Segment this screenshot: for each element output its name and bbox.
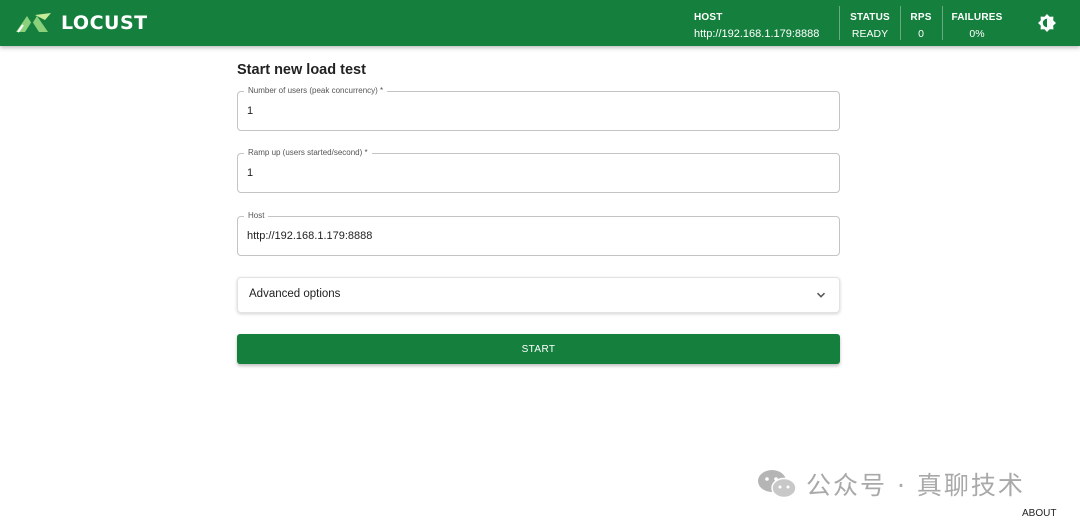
host-value: http://192.168.1.179:8888: [694, 28, 820, 40]
status-label: STATUS: [850, 12, 890, 23]
users-field[interactable]: Number of users (peak concurrency) *: [237, 86, 840, 131]
wechat-icon: [758, 470, 797, 499]
host-field[interactable]: Host: [237, 211, 840, 256]
watermark: 公众号 · 真聊技术: [756, 466, 1025, 502]
status-stat: STATUS READY: [849, 9, 891, 43]
host-stat: HOST http://192.168.1.179:8888: [694, 9, 819, 43]
divider: [900, 6, 901, 40]
watermark-text: 公众号 · 真聊技术: [806, 471, 1025, 500]
start-button[interactable]: START: [237, 334, 840, 364]
rps-stat: RPS 0: [907, 9, 935, 43]
advanced-options-label: Advanced options: [249, 288, 341, 300]
brightness-icon: [1038, 14, 1056, 32]
failures-stat: FAILURES 0%: [951, 9, 1003, 43]
locust-logo-icon: [16, 13, 51, 33]
logo-text: LOCUST: [61, 12, 148, 34]
host-input[interactable]: [247, 217, 827, 255]
form-title: Start new load test: [237, 62, 366, 78]
divider: [839, 6, 840, 40]
users-input[interactable]: [247, 92, 827, 130]
load-test-form: Start new load test Number of users (pea…: [237, 60, 840, 364]
status-value: READY: [851, 28, 889, 40]
advanced-options-accordion[interactable]: Advanced options: [237, 277, 840, 313]
failures-value: 0%: [969, 28, 985, 40]
host-label: HOST: [694, 12, 723, 23]
ramp-up-input[interactable]: [247, 154, 827, 192]
rps-value: 0: [918, 28, 924, 40]
ramp-up-field[interactable]: Ramp up (users started/second) *: [237, 148, 840, 193]
failures-label: FAILURES: [951, 12, 1003, 23]
locust-logo[interactable]: LOCUST: [15, 11, 148, 35]
about-link[interactable]: ABOUT: [1022, 508, 1056, 519]
divider: [942, 6, 943, 40]
app-bar: LOCUST HOST http://192.168.1.179:8888 ST…: [0, 0, 1080, 46]
chevron-down-icon: [816, 292, 826, 298]
theme-toggle-button[interactable]: [1036, 12, 1058, 34]
rps-label: RPS: [910, 12, 932, 23]
